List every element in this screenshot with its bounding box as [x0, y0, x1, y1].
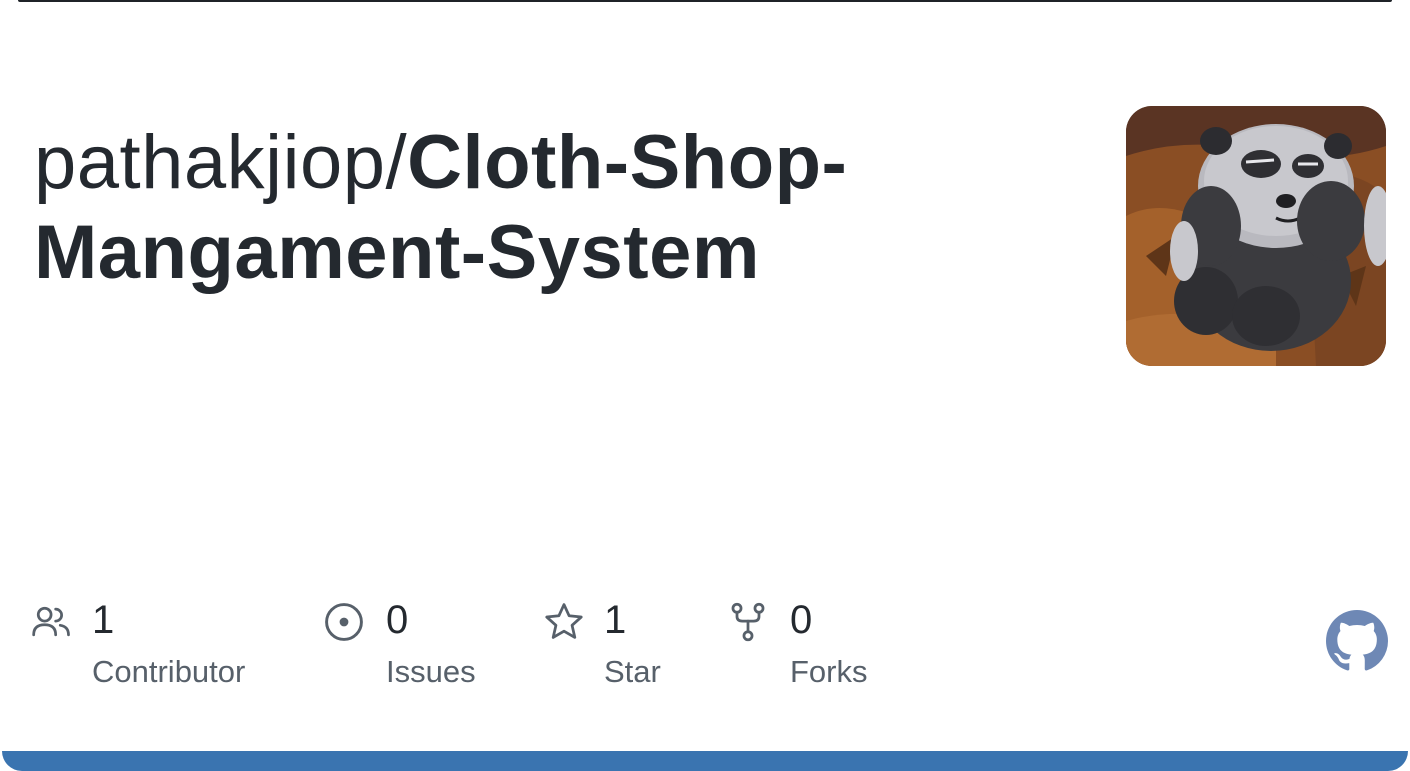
- star-icon: [545, 603, 583, 639]
- repo-owner[interactable]: pathakjiop/: [34, 120, 407, 205]
- bottom-accent-bar: [2, 751, 1408, 771]
- forks-label: Forks: [790, 654, 868, 689]
- stars-label: Star: [604, 654, 661, 689]
- stars-count: 1: [604, 598, 627, 642]
- contributors-label: Contributor: [92, 654, 246, 689]
- issues-count: 0: [386, 598, 409, 642]
- people-icon: [32, 606, 70, 637]
- contributors-count: 1: [92, 598, 115, 642]
- repo-title[interactable]: pathakjiop/Cloth-Shop- Mangament-System: [34, 118, 1034, 298]
- issue-icon: [325, 603, 363, 641]
- panda-avatar-image: [1126, 106, 1386, 366]
- github-logo-icon[interactable]: [1326, 610, 1388, 672]
- repo-name-part-1[interactable]: Cloth-Shop-: [407, 120, 847, 205]
- repo-name-part-2[interactable]: Mangament-System: [34, 210, 760, 295]
- top-edge-divider: [18, 0, 1392, 2]
- repo-stats: 1 Contributor 0 Issues 1 Star 0 Forks: [30, 596, 930, 706]
- repo-social-card: pathakjiop/Cloth-Shop-Mangament-System: [0, 0, 1410, 771]
- forks-count: 0: [790, 598, 813, 642]
- issues-label: Issues: [386, 654, 476, 689]
- owner-avatar[interactable]: [1126, 106, 1386, 366]
- fork-icon: [731, 602, 765, 642]
